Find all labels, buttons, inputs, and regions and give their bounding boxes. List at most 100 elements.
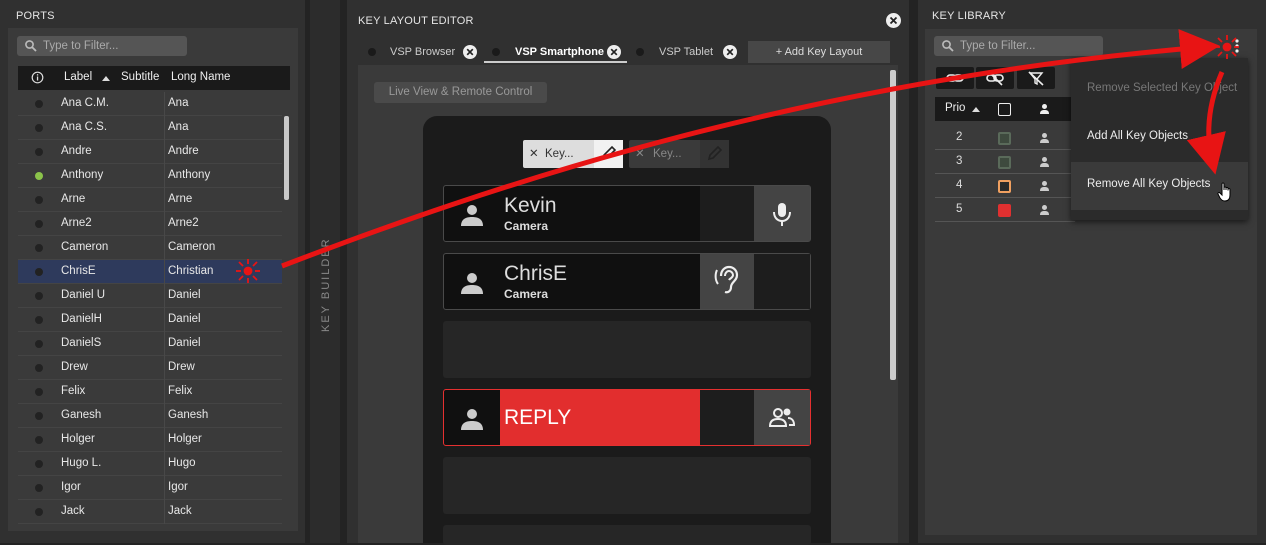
ports-scrollbar[interactable] bbox=[284, 116, 289, 200]
select-all-checkbox[interactable] bbox=[998, 103, 1011, 116]
port-label: Andre bbox=[61, 145, 92, 157]
library-row[interactable]: 5 bbox=[935, 198, 1075, 222]
key-chip-1[interactable]: ✕ Key... bbox=[523, 140, 623, 168]
tab-vsp-smartphone[interactable]: VSP Smartphone bbox=[484, 41, 627, 63]
status-dot bbox=[35, 460, 43, 468]
remove-chip-icon[interactable]: ✕ bbox=[529, 140, 539, 168]
library-row[interactable]: 4 bbox=[935, 174, 1075, 198]
tab-status-dot bbox=[368, 48, 376, 56]
live-view-button[interactable]: Live View & Remote Control bbox=[374, 82, 547, 103]
port-row[interactable]: Arne2 Arne2 bbox=[18, 212, 282, 236]
key-name: Kevin bbox=[504, 194, 557, 217]
person-icon bbox=[461, 205, 483, 226]
port-label: Ganesh bbox=[61, 409, 102, 421]
key-chip-2[interactable]: ✕ Key... bbox=[629, 140, 729, 168]
port-row[interactable]: Andre Andre bbox=[18, 140, 282, 164]
key-slot[interactable] bbox=[700, 390, 754, 445]
key-empty-slot[interactable] bbox=[443, 321, 811, 378]
person-icon bbox=[461, 273, 483, 294]
port-row[interactable]: Daniel U Daniel bbox=[18, 284, 282, 308]
close-tab-icon[interactable] bbox=[723, 45, 737, 59]
column-divider bbox=[164, 476, 165, 500]
group-icon[interactable] bbox=[754, 390, 810, 445]
port-row[interactable]: Drew Drew bbox=[18, 356, 282, 380]
key-empty-slot[interactable] bbox=[443, 457, 811, 514]
column-divider bbox=[164, 260, 165, 284]
key-slot[interactable] bbox=[700, 186, 754, 241]
port-row[interactable]: Jack Jack bbox=[18, 500, 282, 524]
edit-icon[interactable] bbox=[700, 140, 729, 168]
microphone-icon[interactable] bbox=[754, 186, 810, 241]
key-color-swatch[interactable] bbox=[998, 204, 1011, 217]
sort-asc-icon bbox=[102, 76, 110, 81]
port-label: Arne2 bbox=[61, 217, 92, 229]
status-dot bbox=[35, 364, 43, 372]
port-row[interactable]: DanielH Daniel bbox=[18, 308, 282, 332]
tab-vsp-tablet[interactable]: VSP Tablet bbox=[628, 41, 744, 63]
port-row[interactable]: Ana C.M. Ana bbox=[18, 92, 282, 116]
library-filter-input[interactable]: Type to Filter... bbox=[934, 36, 1103, 56]
library-row[interactable]: 3 bbox=[935, 150, 1075, 174]
port-row[interactable]: Anthony Anthony bbox=[18, 164, 282, 188]
column-subtitle[interactable]: Subtitle bbox=[121, 71, 159, 83]
add-key-layout-button[interactable]: + Add Key Layout bbox=[748, 41, 890, 63]
port-row[interactable]: DanielS Daniel bbox=[18, 332, 282, 356]
prio-value: 2 bbox=[956, 131, 963, 143]
tab-vsp-browser[interactable]: VSP Browser bbox=[360, 41, 482, 63]
port-row[interactable]: Cameron Cameron bbox=[18, 236, 282, 260]
port-row[interactable]: Ganesh Ganesh bbox=[18, 404, 282, 428]
port-row[interactable]: Igor Igor bbox=[18, 476, 282, 500]
port-label: Jack bbox=[61, 505, 85, 517]
key-kevin[interactable]: Kevin Camera bbox=[443, 185, 811, 242]
remove-chip-icon[interactable]: ✕ bbox=[635, 140, 645, 168]
menu-remove-selected[interactable]: Remove Selected Key Object bbox=[1087, 82, 1237, 94]
port-long-name: Daniel bbox=[168, 289, 201, 301]
key-slot[interactable] bbox=[754, 254, 810, 309]
port-row[interactable]: Hugo L. Hugo bbox=[18, 452, 282, 476]
ports-filter-input[interactable]: Type to Filter... bbox=[17, 36, 187, 56]
ear-icon[interactable] bbox=[700, 254, 754, 309]
person-icon bbox=[1040, 181, 1049, 191]
column-prio[interactable]: Prio bbox=[945, 102, 965, 114]
ports-title: PORTS bbox=[16, 10, 55, 22]
editor-scrollbar[interactable] bbox=[890, 70, 896, 380]
status-dot bbox=[35, 244, 43, 252]
unlink-icon[interactable] bbox=[976, 67, 1014, 89]
key-chrise[interactable]: ChrisE Camera bbox=[443, 253, 811, 310]
close-tab-icon[interactable] bbox=[463, 45, 477, 59]
column-label[interactable]: Label bbox=[64, 71, 92, 83]
port-long-name: Holger bbox=[168, 433, 202, 445]
clear-filter-icon[interactable] bbox=[1017, 67, 1055, 89]
key-empty-slot[interactable] bbox=[443, 525, 811, 545]
port-row[interactable]: Holger Holger bbox=[18, 428, 282, 452]
port-row[interactable]: Arne Arne bbox=[18, 188, 282, 212]
tab-label: VSP Smartphone bbox=[515, 46, 605, 58]
close-editor-icon[interactable] bbox=[886, 13, 901, 28]
column-long-name[interactable]: Long Name bbox=[171, 71, 230, 83]
port-long-name: Ana bbox=[168, 121, 189, 133]
status-dot bbox=[35, 412, 43, 420]
status-dot bbox=[35, 268, 43, 276]
key-color-swatch[interactable] bbox=[998, 132, 1011, 145]
key-reply[interactable]: REPLY bbox=[443, 389, 811, 446]
port-long-name: Daniel bbox=[168, 313, 201, 325]
info-icon[interactable] bbox=[31, 71, 44, 84]
menu-remove-all[interactable]: Remove All Key Objects bbox=[1087, 178, 1210, 190]
close-tab-icon[interactable] bbox=[607, 45, 621, 59]
port-label: Felix bbox=[61, 385, 86, 397]
link-icon[interactable] bbox=[936, 67, 974, 89]
key-color-swatch[interactable] bbox=[998, 180, 1011, 193]
status-dot bbox=[35, 196, 43, 204]
port-row[interactable]: Felix Felix bbox=[18, 380, 282, 404]
column-divider bbox=[164, 236, 165, 260]
menu-add-all[interactable]: Add All Key Objects bbox=[1087, 130, 1188, 142]
more-vertical-icon[interactable] bbox=[1233, 38, 1241, 54]
ports-filter-placeholder: Type to Filter... bbox=[43, 40, 119, 52]
port-row[interactable]: Ana C.S. Ana bbox=[18, 116, 282, 140]
status-dot bbox=[35, 388, 43, 396]
key-color-swatch[interactable] bbox=[998, 156, 1011, 169]
edit-icon[interactable] bbox=[594, 140, 623, 168]
library-row[interactable]: 2 bbox=[935, 126, 1075, 150]
column-divider bbox=[164, 116, 165, 140]
port-row[interactable]: ChrisE Christian bbox=[18, 260, 282, 284]
